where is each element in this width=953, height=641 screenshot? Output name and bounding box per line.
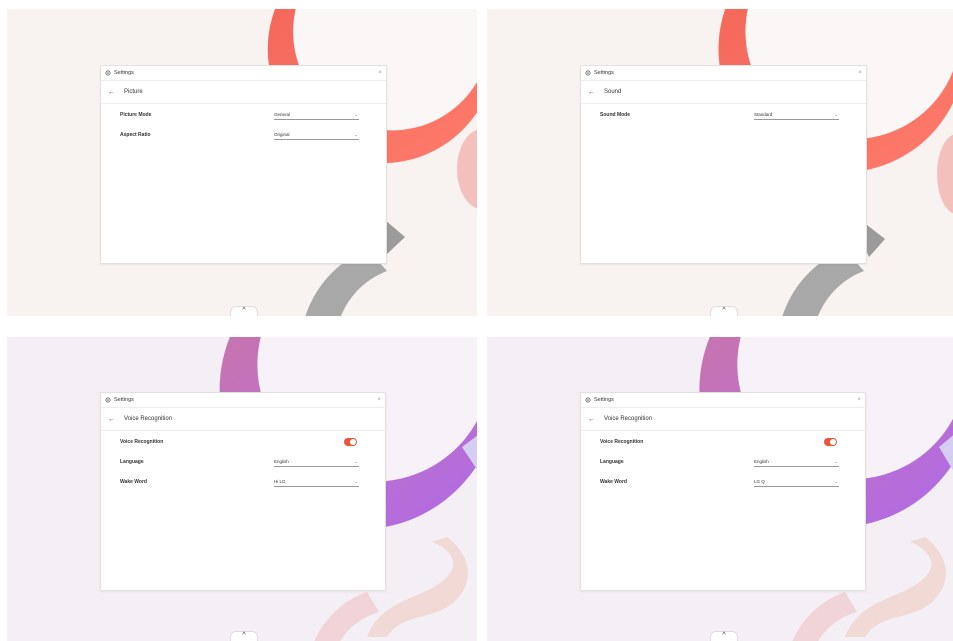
pink-blob-shape bbox=[457, 129, 477, 209]
language-dropdown[interactable]: English ⌄ bbox=[274, 459, 359, 467]
window-title: Settings bbox=[594, 70, 614, 76]
page-title: Voice Recognition bbox=[124, 416, 173, 422]
setting-row-wake-word: Wake Word LG Q ⌄ bbox=[581, 472, 865, 492]
close-icon[interactable]: × bbox=[377, 397, 381, 403]
close-icon[interactable]: × bbox=[857, 397, 861, 403]
chevron-up-icon: ^ bbox=[242, 632, 246, 639]
setting-label: Wake Word bbox=[600, 479, 627, 485]
settings-dialog: Settings × ← Picture Picture Mode Genera… bbox=[100, 65, 387, 264]
back-arrow-icon[interactable]: ← bbox=[588, 89, 595, 96]
setting-row-aspect-ratio: Aspect Ratio Original ⌄ bbox=[101, 125, 386, 145]
chevron-up-icon: ^ bbox=[242, 307, 246, 314]
settings-dialog: Settings × ← Sound Sound Mode Standard ⌄ bbox=[580, 65, 867, 264]
back-arrow-icon[interactable]: ← bbox=[588, 416, 595, 423]
page-header: ← Voice Recognition bbox=[581, 408, 865, 431]
close-icon[interactable]: × bbox=[858, 70, 862, 76]
gear-icon bbox=[105, 397, 111, 403]
pink-blob-shape bbox=[937, 134, 953, 214]
window-title: Settings bbox=[114, 70, 134, 76]
dropdown-value: English bbox=[754, 459, 769, 464]
window-title: Settings bbox=[594, 397, 614, 403]
gear-icon bbox=[585, 70, 591, 76]
dropdown-value: LG Q bbox=[754, 479, 765, 484]
setting-row-voice-recognition: Voice Recognition bbox=[581, 432, 865, 452]
wake-word-dropdown[interactable]: LG Q ⌄ bbox=[754, 479, 839, 487]
voice-recognition-screen-hi-lg: Settings × ← Voice Recognition Voice Rec… bbox=[7, 337, 477, 641]
settings-screenshot-grid: Settings × ← Picture Picture Mode Genera… bbox=[0, 0, 953, 641]
voice-recognition-toggle[interactable] bbox=[344, 438, 357, 446]
page-header: ← Sound bbox=[581, 81, 866, 104]
setting-row-sound-mode: Sound Mode Standard ⌄ bbox=[581, 105, 866, 125]
voice-recognition-screen-lg-q: Settings × ← Voice Recognition Voice Rec… bbox=[487, 337, 953, 641]
toggle-knob bbox=[830, 439, 836, 445]
collapse-button[interactable]: ^ bbox=[230, 631, 258, 641]
setting-row-voice-recognition: Voice Recognition bbox=[101, 432, 385, 452]
collapse-button[interactable]: ^ bbox=[710, 631, 738, 641]
gear-icon bbox=[585, 397, 591, 403]
dropdown-value: Standard bbox=[754, 112, 773, 117]
page-header: ← Voice Recognition bbox=[101, 408, 385, 431]
dropdown-value: Original bbox=[274, 132, 290, 137]
page-header: ← Picture bbox=[101, 81, 386, 104]
chevron-up-icon: ^ bbox=[722, 307, 726, 314]
dialog-titlebar: Settings × bbox=[101, 66, 386, 81]
setting-label: Wake Word bbox=[120, 479, 147, 485]
aspect-ratio-dropdown[interactable]: Original ⌄ bbox=[274, 132, 359, 140]
setting-row-wake-word: Wake Word Hi LG ⌄ bbox=[101, 472, 385, 492]
setting-row-language: Language English ⌄ bbox=[581, 452, 865, 472]
settings-dialog: Settings × ← Voice Recognition Voice Rec… bbox=[580, 392, 866, 591]
setting-label: Picture Mode bbox=[120, 112, 152, 118]
setting-row-language: Language English ⌄ bbox=[101, 452, 385, 472]
collapse-button[interactable]: ^ bbox=[230, 306, 258, 316]
setting-label: Language bbox=[600, 459, 624, 465]
gear-icon bbox=[105, 70, 111, 76]
chevron-down-icon: ⌄ bbox=[354, 459, 358, 464]
chevron-down-icon: ⌄ bbox=[834, 112, 838, 117]
wake-word-dropdown[interactable]: Hi LG ⌄ bbox=[274, 479, 359, 487]
dialog-titlebar: Settings × bbox=[581, 66, 866, 81]
dropdown-value: Hi LG bbox=[274, 479, 286, 484]
sound-settings-screen: Settings × ← Sound Sound Mode Standard ⌄… bbox=[487, 9, 953, 316]
page-title: Voice Recognition bbox=[604, 416, 653, 422]
collapse-button[interactable]: ^ bbox=[710, 306, 738, 316]
setting-label: Language bbox=[120, 459, 144, 465]
close-icon[interactable]: × bbox=[378, 70, 382, 76]
chevron-down-icon: ⌄ bbox=[834, 479, 838, 484]
setting-label: Voice Recognition bbox=[600, 439, 644, 445]
back-arrow-icon[interactable]: ← bbox=[108, 416, 115, 423]
picture-mode-dropdown[interactable]: General ⌄ bbox=[274, 112, 359, 120]
setting-label: Aspect Ratio bbox=[120, 132, 151, 138]
chevron-down-icon: ⌄ bbox=[354, 112, 358, 117]
setting-row-picture-mode: Picture Mode General ⌄ bbox=[101, 105, 386, 125]
chevron-down-icon: ⌄ bbox=[354, 132, 358, 137]
page-title: Sound bbox=[604, 89, 622, 95]
dialog-titlebar: Settings × bbox=[101, 393, 385, 408]
dropdown-value: English bbox=[274, 459, 289, 464]
sound-mode-dropdown[interactable]: Standard ⌄ bbox=[754, 112, 839, 120]
window-title: Settings bbox=[114, 397, 134, 403]
dialog-titlebar: Settings × bbox=[581, 393, 865, 408]
dropdown-value: General bbox=[274, 112, 291, 117]
voice-recognition-toggle[interactable] bbox=[824, 438, 837, 446]
toggle-knob bbox=[350, 439, 356, 445]
picture-settings-screen: Settings × ← Picture Picture Mode Genera… bbox=[7, 9, 477, 316]
setting-label: Sound Mode bbox=[600, 112, 630, 118]
chevron-down-icon: ⌄ bbox=[354, 479, 358, 484]
language-dropdown[interactable]: English ⌄ bbox=[754, 459, 839, 467]
chevron-up-icon: ^ bbox=[722, 632, 726, 639]
setting-label: Voice Recognition bbox=[120, 439, 164, 445]
settings-dialog: Settings × ← Voice Recognition Voice Rec… bbox=[100, 392, 386, 591]
chevron-down-icon: ⌄ bbox=[834, 459, 838, 464]
back-arrow-icon[interactable]: ← bbox=[108, 89, 115, 96]
page-title: Picture bbox=[124, 89, 143, 95]
